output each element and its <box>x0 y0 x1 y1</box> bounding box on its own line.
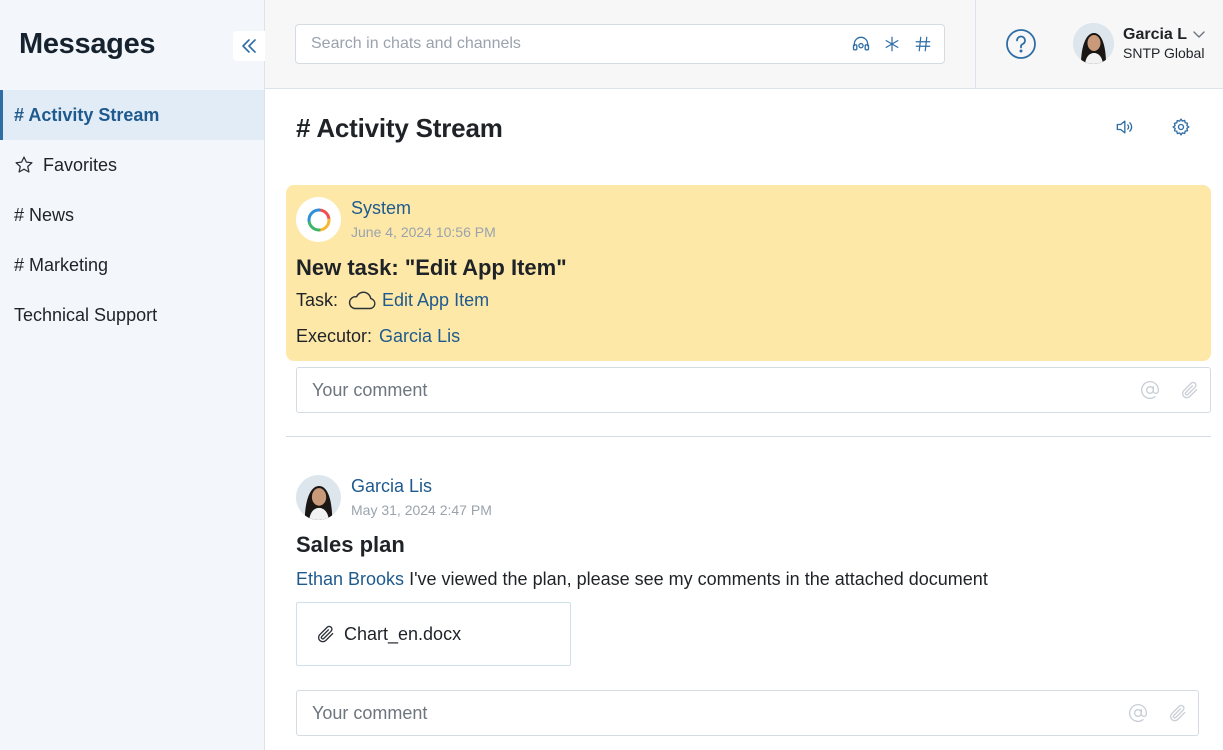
main-content: # Activity Stream System June 4, 2024 10… <box>265 89 1223 750</box>
post-timestamp: May 31, 2024 2:47 PM <box>351 502 492 518</box>
attachment-card[interactable]: Chart_en.docx <box>296 602 571 666</box>
post-title: Sales plan <box>296 532 405 557</box>
system-logo-icon <box>296 197 341 242</box>
cloud-icon <box>347 289 377 311</box>
post-divider <box>286 436 1211 437</box>
attachment-filename: Chart_en.docx <box>344 623 462 644</box>
comment-input[interactable] <box>297 691 1118 735</box>
paperclip-icon[interactable] <box>1158 691 1198 735</box>
post-author[interactable]: System <box>351 198 411 219</box>
sidebar-item-favorites[interactable]: Favorites <box>0 140 264 190</box>
sidebar-title: Messages <box>19 28 156 60</box>
sidebar-item-news[interactable]: # News <box>0 190 264 240</box>
task-link[interactable]: Edit App Item <box>382 290 489 311</box>
sidebar-item-label: Favorites <box>43 154 118 175</box>
post-text: Ethan Brooks I've viewed the plan, pleas… <box>296 569 988 590</box>
comment-box <box>296 367 1211 413</box>
at-mention-icon[interactable] <box>1130 368 1170 412</box>
gear-icon[interactable] <box>1169 115 1193 139</box>
paperclip-icon <box>317 625 334 643</box>
mention-link[interactable]: Ethan Brooks <box>296 569 404 590</box>
speaker-icon[interactable] <box>1112 115 1136 139</box>
hash-icon[interactable] <box>907 25 938 63</box>
help-button[interactable] <box>1005 28 1037 60</box>
sidebar-item-technical-support[interactable]: Technical Support <box>0 290 264 340</box>
avatar <box>296 475 341 520</box>
at-mention-icon[interactable] <box>1118 691 1158 735</box>
question-circle-icon <box>1006 29 1036 59</box>
post-timestamp: June 4, 2024 10:56 PM <box>351 224 496 240</box>
user-info: Garcia L SNTP Global <box>1123 26 1205 61</box>
sidebar-item-label: # News <box>14 204 75 225</box>
feed-post: System June 4, 2024 10:56 PM New task: "… <box>286 185 1211 361</box>
star-icon <box>14 155 34 175</box>
user-menu[interactable]: Garcia L SNTP Global <box>1073 23 1205 64</box>
sidebar-item-activity-stream[interactable]: # Activity Stream <box>0 90 264 140</box>
page-title: # Activity Stream <box>296 113 503 143</box>
post-author[interactable]: Garcia Lis <box>351 476 432 497</box>
sidebar-item-label: # Activity Stream <box>14 104 160 125</box>
feed-post: Garcia Lis May 31, 2024 2:47 PM Sales pl… <box>286 469 1211 669</box>
channel-list: # Activity Stream Favorites # News # Mar… <box>0 90 264 340</box>
double-chevron-left-icon <box>242 39 256 53</box>
search-input[interactable] <box>296 25 845 63</box>
search-bar <box>295 24 945 64</box>
post-body: I've viewed the plan, please see my comm… <box>404 569 988 589</box>
executor-label: Executor: <box>296 326 373 346</box>
top-header: Garcia L SNTP Global <box>265 0 1223 89</box>
sidebar-item-label: # Marketing <box>14 254 109 275</box>
task-label: Task: <box>296 289 339 310</box>
avatar <box>1073 23 1114 64</box>
executor-row: Executor: Garcia Lis <box>296 326 460 347</box>
paperclip-icon[interactable] <box>1170 368 1210 412</box>
user-org: SNTP Global <box>1123 45 1205 61</box>
comment-input[interactable] <box>297 368 1130 412</box>
post-title: New task: "Edit App Item" <box>296 255 567 280</box>
chevron-down-icon <box>1193 31 1205 38</box>
sidebar: Messages # Activity Stream Favorites # N… <box>0 0 265 750</box>
executor-link[interactable]: Garcia Lis <box>379 326 460 347</box>
sidebar-item-label: Technical Support <box>14 304 158 325</box>
header-divider <box>975 0 976 89</box>
comment-box <box>296 690 1199 736</box>
asterisk-icon[interactable] <box>876 25 907 63</box>
task-row: Task: Edit App Item <box>296 289 489 311</box>
collapse-sidebar-button[interactable] <box>233 31 265 61</box>
headset-icon[interactable] <box>845 25 876 63</box>
user-name: Garcia L <box>1123 26 1188 43</box>
sidebar-item-marketing[interactable]: # Marketing <box>0 240 264 290</box>
user-name-row: Garcia L <box>1123 26 1205 44</box>
